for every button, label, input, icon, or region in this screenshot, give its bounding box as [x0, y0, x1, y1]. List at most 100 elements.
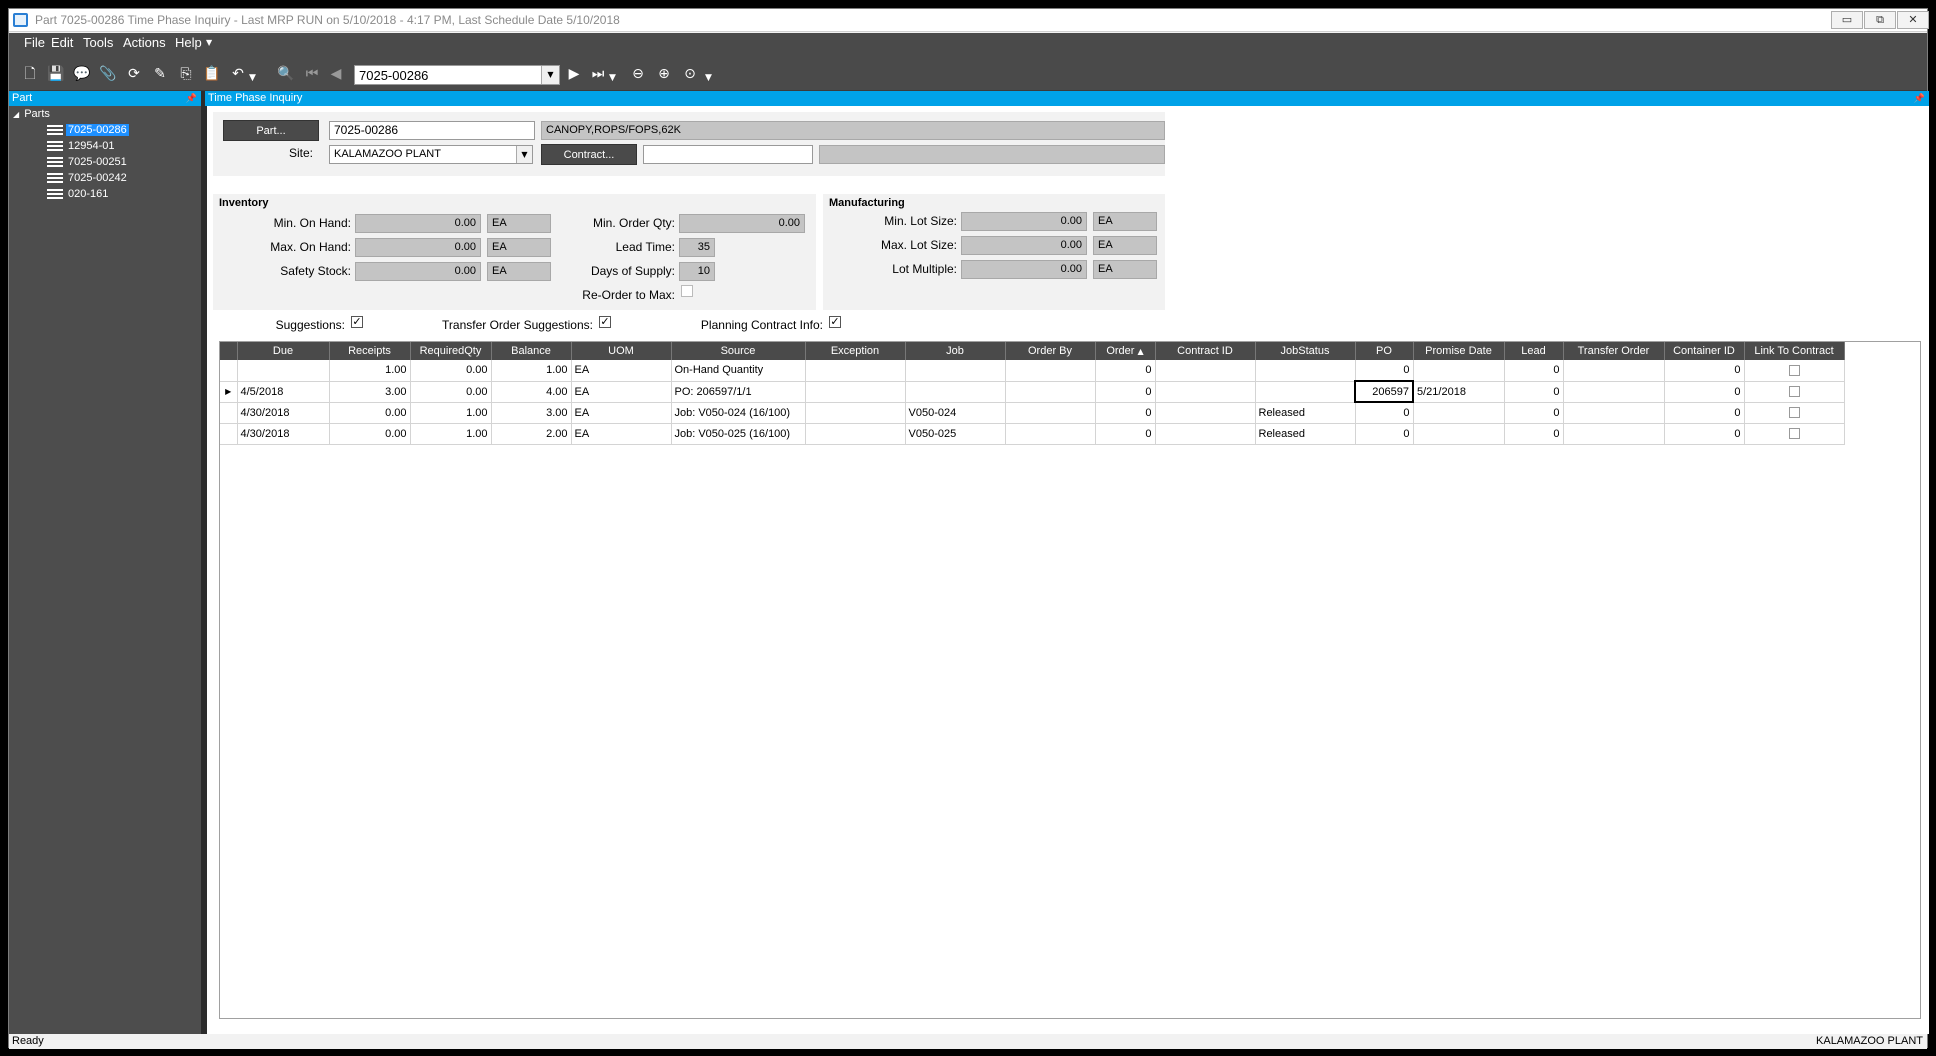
table-cell[interactable]	[805, 423, 906, 445]
menu-file[interactable]: File	[24, 35, 45, 50]
table-cell[interactable]: 0.00	[410, 381, 492, 403]
new-icon[interactable]: 🗋	[21, 65, 39, 83]
table-cell[interactable]: Job: V050-024 (16/100)	[671, 402, 806, 424]
table-row[interactable]: 4/30/2018 0.00 1.00 2.00 EA Job: V050-025 (16…	[220, 423, 1845, 445]
table-row[interactable]: 4/30/2018 0.00 1.00 3.00 EA Job: V050-024 (16…	[220, 402, 1845, 424]
planning-contract-info-checkbox[interactable]: ✓	[829, 316, 841, 328]
tree-item[interactable]: 7025-00251	[47, 156, 129, 171]
table-cell[interactable]: V050-025	[905, 423, 1006, 445]
table-cell[interactable]: 1.00	[410, 402, 492, 424]
back-icon[interactable]: ⊖	[629, 65, 647, 83]
table-cell[interactable]: 206597	[1354, 380, 1414, 403]
column-header[interactable]: JobStatus	[1255, 342, 1356, 360]
collapse-icon[interactable]: ◢	[13, 110, 19, 119]
table-cell[interactable]: 0	[1504, 360, 1564, 382]
table-cell[interactable]: Job: V050-025 (16/100)	[671, 423, 806, 445]
reorder-to-max-checkbox[interactable]	[681, 285, 693, 297]
table-cell[interactable]: 0	[1095, 423, 1156, 445]
table-cell[interactable]: 0.00	[329, 402, 411, 424]
table-row[interactable]: ▶ 4/5/2018 3.00 0.00 4.00 EA PO: 206597/1/1 0 20…	[220, 380, 1845, 403]
menu-actions[interactable]: Actions	[123, 35, 166, 50]
tree-item[interactable]: 12954-01	[47, 140, 117, 155]
table-row[interactable]: 1.00 0.00 1.00 EA On-Hand Quantity 0 0 0 0	[220, 360, 1845, 382]
column-header[interactable]: Order By	[1005, 342, 1096, 360]
table-cell[interactable]: 1.00	[491, 360, 572, 382]
column-header[interactable]: Receipts	[329, 342, 411, 360]
table-cell[interactable]: 0	[1095, 402, 1156, 424]
table-cell[interactable]	[1563, 381, 1665, 403]
site-dropdown-icon[interactable]: ▼	[516, 146, 532, 163]
table-cell[interactable]: EA	[571, 423, 672, 445]
column-header[interactable]: PO	[1355, 342, 1414, 360]
table-cell[interactable]	[1744, 381, 1845, 403]
link-to-contract-checkbox[interactable]	[1788, 428, 1800, 440]
part-navigator-dropdown-icon[interactable]: ▼	[541, 66, 559, 84]
table-cell[interactable]	[905, 360, 1006, 382]
table-cell[interactable]: 4.00	[491, 381, 572, 403]
transfer-order-suggestions-checkbox[interactable]: ✓	[599, 316, 611, 328]
forward-icon[interactable]: ⊕	[655, 65, 673, 83]
column-header[interactable]: Job	[905, 342, 1006, 360]
undo-icon[interactable]: ↶	[229, 65, 247, 83]
previous-record-icon[interactable]: ◀	[327, 65, 345, 83]
table-cell[interactable]: 0	[1504, 381, 1564, 403]
part-field[interactable]: 7025-00286	[329, 121, 535, 140]
table-cell[interactable]: 0	[1664, 360, 1745, 382]
row-selector[interactable]	[220, 423, 238, 445]
table-cell[interactable]	[1413, 360, 1505, 382]
table-cell[interactable]: EA	[571, 360, 672, 382]
column-header[interactable]: Exception	[805, 342, 906, 360]
column-header[interactable]: Container ID	[1664, 342, 1745, 360]
more-dropdown-icon[interactable]: ▼	[705, 73, 713, 83]
pin-icon[interactable]: 📌	[1914, 91, 1925, 106]
column-header[interactable]: Transfer Order	[1563, 342, 1665, 360]
table-cell[interactable]: Released	[1255, 402, 1356, 424]
table-cell[interactable]	[1413, 402, 1505, 424]
table-cell[interactable]: 1.00	[329, 360, 411, 382]
column-header[interactable]: RequiredQty	[410, 342, 492, 360]
table-cell[interactable]: 0	[1095, 360, 1156, 382]
table-cell[interactable]: 0	[1504, 402, 1564, 424]
menu-overflow-icon[interactable]: ▼	[206, 38, 212, 47]
table-cell[interactable]: 0	[1504, 423, 1564, 445]
table-cell[interactable]: V050-024	[905, 402, 1006, 424]
table-cell[interactable]: 4/30/2018	[237, 402, 330, 424]
nav-dropdown-icon[interactable]: ▼	[609, 73, 617, 83]
table-cell[interactable]	[1563, 360, 1665, 382]
table-cell[interactable]: 3.00	[329, 381, 411, 403]
table-cell[interactable]	[1563, 402, 1665, 424]
menu-tools[interactable]: Tools	[83, 35, 113, 50]
restore-button[interactable]: ⧉	[1864, 11, 1896, 29]
link-to-contract-checkbox[interactable]	[1788, 407, 1800, 419]
column-header[interactable]: Source	[671, 342, 806, 360]
table-cell[interactable]	[805, 402, 906, 424]
column-header[interactable]: Due	[237, 342, 330, 360]
row-selector[interactable]	[220, 402, 238, 424]
search-binoculars-icon[interactable]: 🔍	[277, 65, 295, 83]
close-button[interactable]: ✕	[1897, 11, 1929, 29]
table-cell[interactable]	[905, 381, 1006, 403]
row-selector[interactable]: ▶	[220, 381, 238, 403]
table-cell[interactable]: 0.00	[410, 360, 492, 382]
menu-help[interactable]: Help	[175, 35, 202, 50]
minimize-button[interactable]: ▭	[1831, 11, 1863, 29]
part-navigator-combo[interactable]: ▼	[354, 65, 560, 85]
save-icon[interactable]: 💾	[47, 65, 65, 83]
tree-item[interactable]: 020-161	[47, 188, 110, 203]
part-navigator-input[interactable]	[355, 66, 541, 84]
table-cell[interactable]	[805, 381, 906, 403]
table-cell[interactable]	[1155, 381, 1256, 403]
table-cell[interactable]	[1255, 381, 1356, 403]
table-cell[interactable]: 0	[1664, 423, 1745, 445]
attachment-icon[interactable]: 📎	[99, 65, 117, 83]
table-cell[interactable]: 3.00	[491, 402, 572, 424]
part-button[interactable]: Part...	[223, 120, 319, 141]
comment-icon[interactable]: 💬	[73, 65, 91, 83]
table-cell[interactable]	[1005, 360, 1096, 382]
table-cell[interactable]	[1744, 402, 1845, 424]
table-cell[interactable]: 4/30/2018	[237, 423, 330, 445]
refresh-icon[interactable]: ⟳	[125, 65, 143, 83]
contract-button[interactable]: Contract...	[541, 144, 637, 165]
table-cell[interactable]: EA	[571, 381, 672, 403]
table-cell[interactable]	[1155, 360, 1256, 382]
